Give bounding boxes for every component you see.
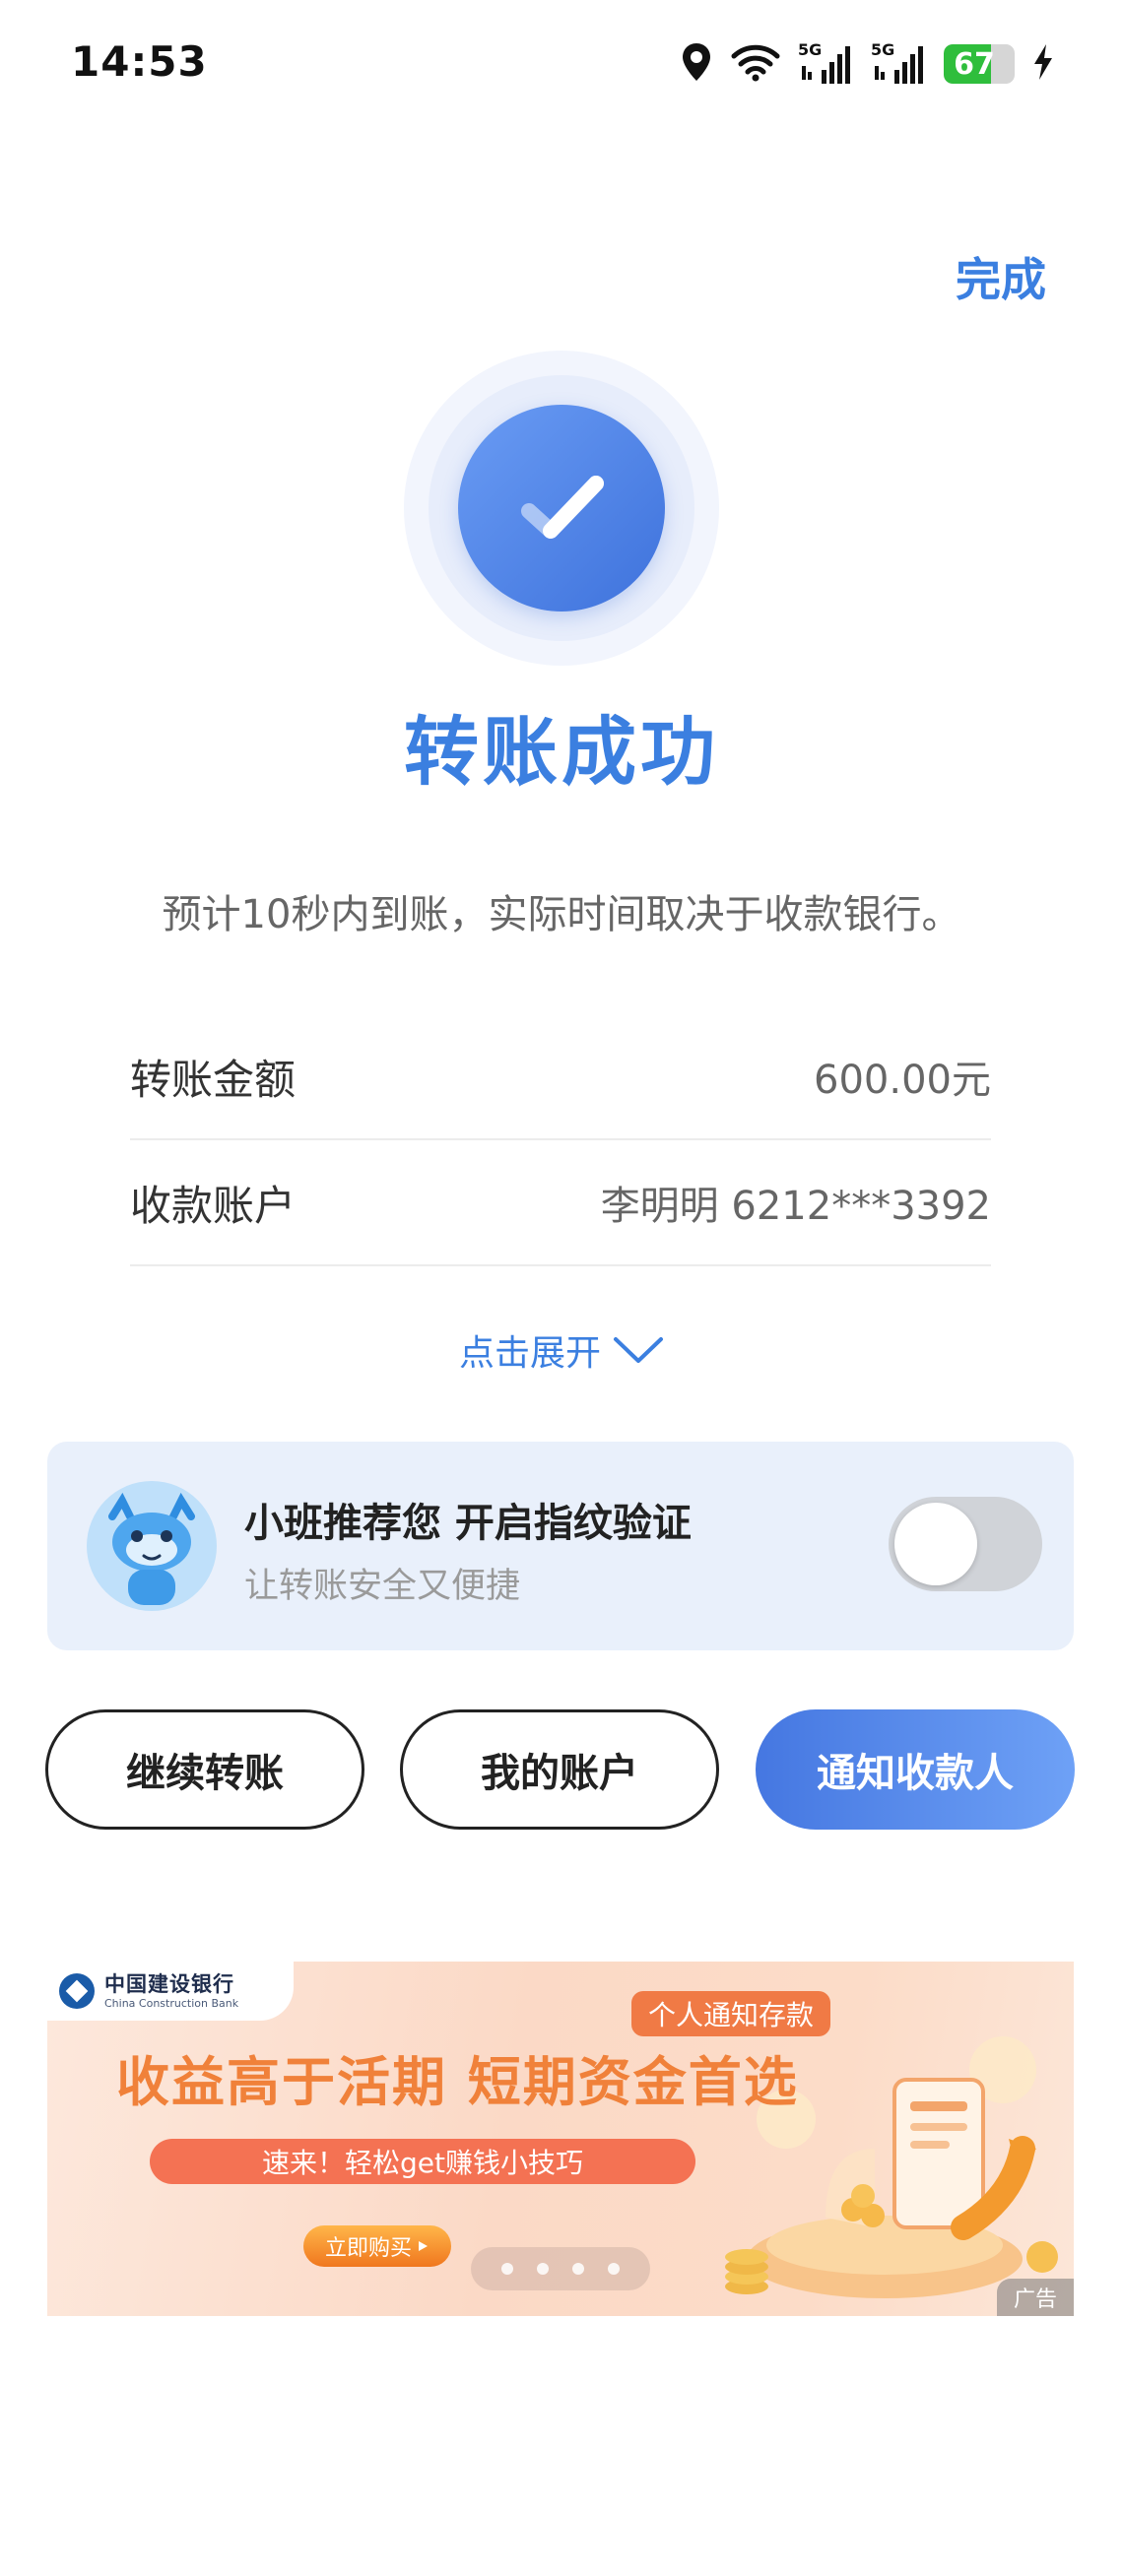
bank-name: 中国建设银行 China Construction Bank [104, 1971, 239, 2010]
chevron-down-icon [614, 1337, 663, 1363]
signal-icon: 5G [798, 40, 853, 86]
fingerprint-promo-card: 小班推荐您 开启指纹验证 让转账安全又便捷 [47, 1442, 1074, 1650]
ad-headline: 收益高于活期 短期资金首选 [116, 2051, 799, 2113]
arrival-notice: 预计10秒内到账，实际时间取决于收款银行。 [162, 892, 961, 937]
amount-label: 转账金额 [130, 1055, 297, 1104]
bank-name-cn: 中国建设银行 [104, 1971, 234, 1996]
battery-level: 67 [954, 46, 995, 82]
battery-icon: 67 [944, 44, 1015, 84]
carousel-dot[interactable] [501, 2263, 513, 2275]
bank-logo-tab: 中国建设银行 China Construction Bank [47, 1962, 294, 2021]
ad-label: 广告 [997, 2279, 1074, 2316]
page-title: 转账成功 [404, 708, 719, 796]
signal-icon: 5G [871, 40, 926, 86]
expand-label: 点击展开 [458, 1333, 601, 1374]
ad-product-tag: 个人通知存款 [631, 1991, 830, 2036]
buy-now-button[interactable]: 立即购买 [303, 2225, 451, 2267]
carousel-dot[interactable] [537, 2263, 549, 2275]
carousel-dot[interactable] [572, 2263, 584, 2275]
ccb-logo [59, 1973, 95, 2009]
wifi-icon [731, 42, 780, 86]
detail-row-payee: 收款账户 李明明 6212***3392 [130, 1140, 991, 1266]
ad-slogan: 速来！轻松get赚钱小技巧 [150, 2139, 695, 2184]
payee-value: 李明明 6212***3392 [600, 1184, 991, 1229]
play-arrow-icon [419, 2241, 428, 2251]
network-type-label: 5G [798, 40, 823, 59]
payee-label: 收款账户 [130, 1181, 297, 1230]
notify-payee-button[interactable]: 通知收款人 [756, 1709, 1075, 1830]
status-time: 14:53 [71, 37, 208, 86]
fingerprint-subtitle: 让转账安全又便捷 [244, 1567, 521, 1606]
mascot-avatar [87, 1481, 217, 1611]
my-accounts-button[interactable]: 我的账户 [400, 1709, 719, 1830]
carousel-dot[interactable] [608, 2263, 620, 2275]
status-bar: 14:53 5G 5G 67 [0, 0, 1123, 128]
continue-transfer-button[interactable]: 继续转账 [45, 1709, 364, 1830]
success-circle [458, 405, 665, 612]
detail-row-amount: 转账金额 600.00元 [130, 1014, 991, 1140]
ad-banner[interactable]: 中国建设银行 China Construction Bank 个人通知存款 收益… [47, 1962, 1074, 2316]
buy-now-label: 立即购买 [324, 2236, 412, 2261]
success-icon [404, 351, 719, 666]
location-icon [680, 41, 713, 87]
status-icons: 5G 5G 67 [680, 35, 1054, 93]
fingerprint-toggle[interactable] [889, 1497, 1042, 1591]
checkmark-icon [521, 476, 604, 539]
charging-icon [1032, 43, 1054, 85]
toggle-knob [894, 1503, 977, 1585]
done-button[interactable]: 完成 [956, 244, 1046, 309]
success-ring [429, 375, 694, 641]
bank-name-en: China Construction Bank [104, 1996, 239, 2010]
network-type-label: 5G [871, 40, 895, 59]
amount-value: 600.00元 [814, 1058, 991, 1103]
carousel-indicator[interactable] [471, 2247, 650, 2290]
fingerprint-title: 小班推荐您 开启指纹验证 [244, 1501, 692, 1546]
expand-details-button[interactable]: 点击展开 [0, 1324, 1123, 1376]
